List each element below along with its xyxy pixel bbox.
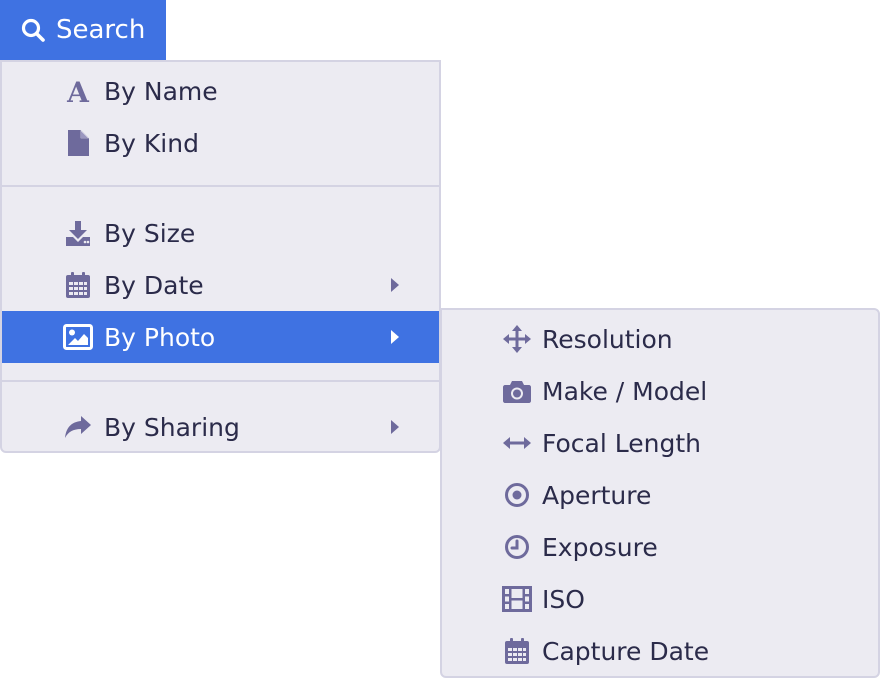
submenu-item-focal-length[interactable]: Focal Length	[442, 417, 878, 469]
search-icon	[18, 15, 48, 45]
submenu-item-aperture[interactable]: Aperture	[442, 469, 878, 521]
image-icon	[62, 321, 94, 353]
submenu-item-exposure[interactable]: Exposure	[442, 521, 878, 573]
horizontal-arrows-icon	[500, 426, 534, 460]
submenu-item-label: ISO	[542, 584, 585, 614]
chevron-right-icon	[388, 275, 402, 295]
submenu-item-capture-date[interactable]: Capture Date	[442, 625, 878, 677]
menu-item-label: By Photo	[104, 322, 216, 352]
camera-icon	[500, 374, 534, 408]
submenu-item-iso[interactable]: ISO	[442, 573, 878, 625]
menu-item-by-date[interactable]: By Date	[2, 259, 439, 311]
menu-item-label: By Kind	[104, 128, 199, 158]
search-button-label: Search	[56, 15, 146, 45]
menu-item-label: By Date	[104, 270, 204, 300]
download-icon	[62, 217, 94, 249]
submenu-item-label: Make / Model	[542, 376, 708, 406]
submenu-item-label: Aperture	[542, 480, 652, 510]
submenu-item-resolution[interactable]: Resolution	[442, 313, 878, 365]
search-menu: A By Name By Kind By Size By Date By Pho…	[0, 60, 441, 453]
menu-item-label: By Name	[104, 76, 218, 106]
menu-item-label: By Sharing	[104, 412, 240, 442]
photo-submenu: Resolution Make / Model Focal Length Ape…	[440, 308, 880, 678]
menu-item-by-photo[interactable]: By Photo	[2, 311, 439, 363]
menu-divider	[2, 380, 439, 382]
menu-item-label: By Size	[104, 218, 196, 248]
calendar-icon	[500, 634, 534, 668]
chevron-right-icon	[388, 327, 402, 347]
aperture-icon	[500, 478, 534, 512]
search-button[interactable]: Search	[0, 0, 166, 60]
menu-item-by-sharing[interactable]: By Sharing	[2, 401, 439, 453]
clock-icon	[500, 530, 534, 564]
submenu-item-label: Capture Date	[542, 636, 710, 666]
chevron-right-icon	[388, 417, 402, 437]
share-icon	[62, 411, 94, 443]
menu-item-by-name[interactable]: A By Name	[2, 65, 439, 117]
submenu-item-label: Exposure	[542, 532, 658, 562]
submenu-item-make-model[interactable]: Make / Model	[442, 365, 878, 417]
menu-item-by-size[interactable]: By Size	[2, 207, 439, 259]
film-icon	[500, 582, 534, 616]
font-icon: A	[62, 75, 94, 107]
menu-divider	[2, 185, 439, 187]
svg-text:A: A	[66, 77, 90, 105]
move-arrows-icon	[500, 322, 534, 356]
menu-item-by-kind[interactable]: By Kind	[2, 117, 439, 169]
submenu-item-label: Focal Length	[542, 428, 701, 458]
submenu-item-label: Resolution	[542, 324, 673, 354]
calendar-icon	[62, 269, 94, 301]
file-icon	[62, 127, 94, 159]
